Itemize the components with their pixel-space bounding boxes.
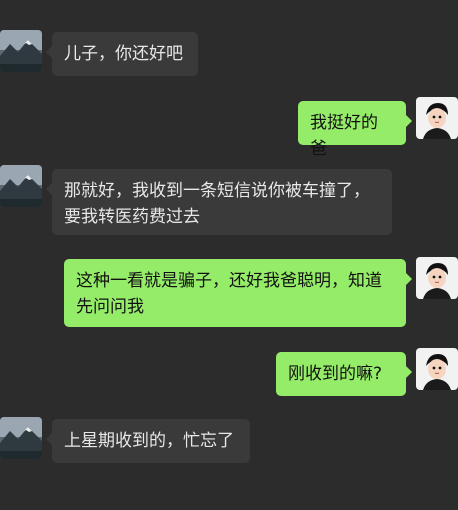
message-row-incoming: 上星期收到的，忙忘了 (0, 417, 458, 465)
message-bubble-outgoing[interactable]: 刚收到的嘛? (276, 352, 412, 396)
son-avatar[interactable] (416, 257, 458, 299)
message-row-outgoing: 刚收到的嘛? (0, 348, 458, 396)
mountain-landscape-icon (0, 165, 42, 207)
cartoon-man-icon (416, 97, 458, 139)
message-row-outgoing: 我挺好的爸 (0, 97, 458, 159)
cartoon-man-icon (416, 257, 458, 299)
son-avatar[interactable] (416, 348, 458, 390)
father-avatar[interactable] (0, 30, 42, 72)
cartoon-man-icon (416, 348, 458, 390)
message-row-outgoing: 这种一看就是骗子，还好我爸聪明，知道 先问问我 (0, 257, 458, 329)
message-row-incoming: 那就好，我收到一条短信说你被车撞了， 要我转医药费过去 (0, 165, 458, 237)
message-bubble-incoming[interactable]: 上星期收到的，忙忘了 (46, 419, 250, 463)
message-bubble-outgoing[interactable]: 这种一看就是骗子，还好我爸聪明，知道 先问问我 (64, 259, 412, 327)
father-avatar[interactable] (0, 417, 42, 459)
message-bubble-outgoing[interactable]: 我挺好的爸 (298, 101, 412, 159)
mountain-landscape-icon (0, 30, 42, 72)
message-bubble-incoming[interactable]: 那就好，我收到一条短信说你被车撞了， 要我转医药费过去 (46, 169, 392, 235)
mountain-landscape-icon (0, 417, 42, 459)
message-bubble-incoming[interactable]: 儿子，你还好吧 (46, 32, 198, 76)
son-avatar[interactable] (416, 97, 458, 139)
chat-conversation: 儿子，你还好吧 我挺好的爸 那就好，我收到一条短信说你被车撞了， 要我转医药费过… (0, 0, 458, 510)
father-avatar[interactable] (0, 165, 42, 207)
message-row-incoming: 儿子，你还好吧 (0, 30, 458, 78)
